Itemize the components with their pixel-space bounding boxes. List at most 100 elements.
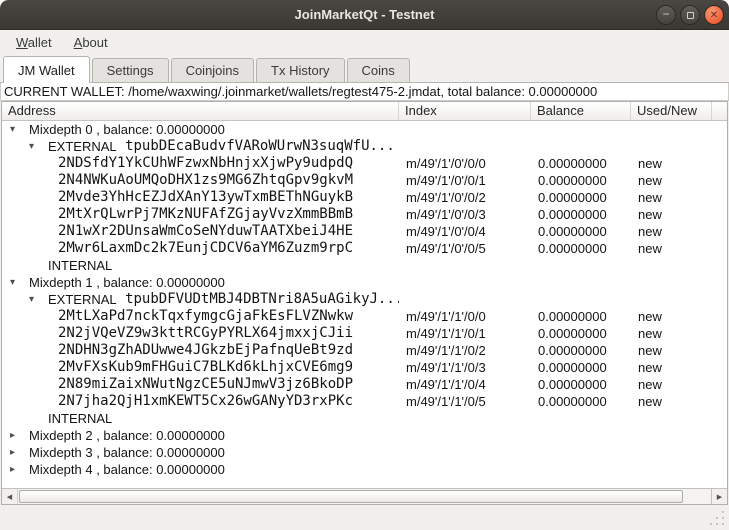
minimize-icon: −	[662, 9, 669, 19]
address-label: 2N89miZaixNWutNgzCE5uNJmwV3jz6BkoDP	[58, 376, 353, 393]
tab-bar: JM WalletSettingsCoinjoinsTx HistoryCoin…	[0, 54, 729, 82]
tree-row[interactable]: 2N89miZaixNWutNgzCE5uNJmwV3jz6BkoDPm/49'…	[2, 376, 727, 393]
tree-row[interactable]: 2NDHN3gZhADUwwe4JGkzbEjPafnqUeBt9zdm/49'…	[2, 342, 727, 359]
index-cell: m/49'/1'/0'/0/0	[399, 155, 531, 172]
scroll-right-button[interactable]: ▶	[711, 489, 727, 504]
collapse-arrow-icon[interactable]: ▾	[25, 291, 48, 308]
tree-row[interactable]: ▾EXTERNAL tpubDEcaBudvfVARoWUrwN3suqWfU.…	[2, 138, 727, 155]
index-cell	[399, 257, 531, 274]
address-cell: 2NDSfdY1YkCUhWFzwxNbHnjxXjwPy9udpdQ	[2, 155, 399, 172]
tree-row[interactable]: INTERNAL	[2, 410, 727, 427]
tab-jm-wallet[interactable]: JM Wallet	[3, 56, 90, 83]
tree-row[interactable]: ▾Mixdepth 1 , balance: 0.00000000	[2, 274, 727, 291]
tree-row[interactable]: ▸Mixdepth 3 , balance: 0.00000000	[2, 444, 727, 461]
address-cell: 2Mwr6LaxmDc2k7EunjCDCV6aYM6Zuzm9rpC	[2, 240, 399, 257]
balance-cell	[531, 444, 631, 461]
index-cell: m/49'/1'/0'/0/2	[399, 189, 531, 206]
expand-arrow-icon[interactable]: ▸	[6, 461, 29, 478]
used-new-cell: new	[631, 155, 712, 172]
used-new-cell: new	[631, 172, 712, 189]
balance-cell: 0.00000000	[531, 376, 631, 393]
tree-row[interactable]: 2Mvde3YhHcEZJdXAnY13ywTxmBEThNGuykBm/49'…	[2, 189, 727, 206]
menu-item-wallet[interactable]: Wallet	[8, 32, 60, 53]
tree-row[interactable]: ▸Mixdepth 2 , balance: 0.00000000	[2, 427, 727, 444]
tree-row[interactable]: 2Mwr6LaxmDc2k7EunjCDCV6aYM6Zuzm9rpCm/49'…	[2, 240, 727, 257]
index-cell	[399, 121, 531, 138]
titlebar[interactable]: JoinMarketQt - Testnet − ✕	[0, 0, 729, 30]
column-header-used-new[interactable]: Used/New	[631, 102, 712, 120]
scroll-right-icon: ▶	[717, 493, 722, 501]
scrollbar-thumb[interactable]	[19, 490, 683, 503]
tree-item-label: Mixdepth 2 , balance: 0.00000000	[29, 427, 225, 444]
tab-content-pane: CURRENT WALLET: /home/waxwing/.joinmarke…	[0, 82, 729, 505]
balance-cell	[531, 291, 631, 308]
collapse-arrow-icon[interactable]: ▾	[6, 274, 29, 291]
address-cell: 2N4NWKuAoUMQoDHX1zs9MG6ZhtqGpv9gkvM	[2, 172, 399, 189]
address-label: 2N7jha2QjH1xmKEWT5Cx26wGANyYD3rxPKc	[58, 393, 353, 410]
tree-row[interactable]: 2MtLXaPd7nckTqxfymgcGjaFkEsFLVZNwkwm/49'…	[2, 308, 727, 325]
index-cell	[399, 444, 531, 461]
minimize-button[interactable]: −	[656, 5, 676, 25]
tree-row[interactable]: INTERNAL	[2, 257, 727, 274]
maximize-button[interactable]	[680, 5, 700, 25]
tree-row[interactable]: 2NDSfdY1YkCUhWFzwxNbHnjxXjwPy9udpdQm/49'…	[2, 155, 727, 172]
tree-row[interactable]: 2N4NWKuAoUMQoDHX1zs9MG6ZhtqGpv9gkvMm/49'…	[2, 172, 727, 189]
tab-settings[interactable]: Settings	[92, 58, 169, 82]
scrollbar-track[interactable]	[18, 489, 711, 504]
used-new-cell	[631, 138, 712, 155]
address-cell: 2MvFXsKub9mFHGuiC7BLKd6kLhjxCVE6mg9	[2, 359, 399, 376]
expand-arrow-icon[interactable]: ▸	[6, 444, 29, 461]
tab-tx-history[interactable]: Tx History	[256, 58, 345, 82]
tree-row[interactable]: ▾Mixdepth 0 , balance: 0.00000000	[2, 121, 727, 138]
balance-cell	[531, 121, 631, 138]
menu-item-about[interactable]: About	[66, 32, 116, 53]
address-label: 2Mwr6LaxmDc2k7EunjCDCV6aYM6Zuzm9rpC	[58, 240, 353, 257]
address-cell: 2Mvde3YhHcEZJdXAnY13ywTxmBEThNGuykB	[2, 189, 399, 206]
tab-coins[interactable]: Coins	[347, 58, 410, 82]
tree-item-label: Mixdepth 3 , balance: 0.00000000	[29, 444, 225, 461]
xpub-label: tpubDFVUDtMBJ4DBTNri8A5uAGikyJ...	[117, 291, 399, 308]
used-new-cell	[631, 427, 712, 444]
tree-row[interactable]: ▸Mixdepth 4 , balance: 0.00000000	[2, 461, 727, 478]
scroll-left-icon: ◀	[7, 493, 12, 501]
expand-arrow-icon[interactable]: ▸	[6, 427, 29, 444]
tree-row[interactable]: 2N2jVQeVZ9w3kttRCGyPYRLX64jmxxjCJiim/49'…	[2, 325, 727, 342]
address-cell: ▾EXTERNAL tpubDEcaBudvfVARoWUrwN3suqWfU.…	[2, 138, 399, 155]
used-new-cell	[631, 444, 712, 461]
current-wallet-banner: CURRENT WALLET: /home/waxwing/.joinmarke…	[0, 83, 729, 101]
tree-row[interactable]: 2N7jha2QjH1xmKEWT5Cx26wGANyYD3rxPKcm/49'…	[2, 393, 727, 410]
tree-header: AddressIndexBalanceUsed/New	[2, 102, 727, 121]
column-header-index[interactable]: Index	[399, 102, 531, 120]
tree-row[interactable]: 2N1wXr2DUnsaWmCoSeNYduwTAATXbeiJ4HEm/49'…	[2, 223, 727, 240]
index-cell	[399, 427, 531, 444]
tree-row[interactable]: 2MvFXsKub9mFHGuiC7BLKd6kLhjxCVE6mg9m/49'…	[2, 359, 727, 376]
collapse-arrow-icon[interactable]: ▾	[25, 138, 48, 155]
balance-cell: 0.00000000	[531, 240, 631, 257]
window-controls: − ✕	[656, 5, 724, 25]
tab-coinjoins[interactable]: Coinjoins	[171, 58, 254, 82]
status-bar	[0, 505, 729, 530]
close-button[interactable]: ✕	[704, 5, 724, 25]
horizontal-scrollbar[interactable]: ◀ ▶	[2, 488, 727, 504]
column-header-address[interactable]: Address	[2, 102, 399, 120]
collapse-arrow-icon[interactable]: ▾	[6, 121, 29, 138]
tree-row[interactable]: 2MtXrQLwrPj7MKzNUFAfZGjayVvzXmmBBmBm/49'…	[2, 206, 727, 223]
balance-cell	[531, 461, 631, 478]
used-new-cell: new	[631, 223, 712, 240]
used-new-cell: new	[631, 393, 712, 410]
menubar: Wallet About	[0, 30, 729, 54]
resize-grip-icon[interactable]	[710, 511, 724, 525]
address-cell: ▸Mixdepth 4 , balance: 0.00000000	[2, 461, 399, 478]
address-cell: ▾Mixdepth 0 , balance: 0.00000000	[2, 121, 399, 138]
address-cell: 2N1wXr2DUnsaWmCoSeNYduwTAATXbeiJ4HE	[2, 223, 399, 240]
column-header-balance[interactable]: Balance	[531, 102, 631, 120]
column-header-spacer[interactable]	[712, 102, 727, 120]
maximize-icon	[687, 12, 694, 19]
scroll-left-button[interactable]: ◀	[2, 489, 18, 504]
address-cell: 2N2jVQeVZ9w3kttRCGyPYRLX64jmxxjCJii	[2, 325, 399, 342]
address-cell: INTERNAL	[2, 257, 399, 274]
tree-row[interactable]: ▾EXTERNAL tpubDFVUDtMBJ4DBTNri8A5uAGikyJ…	[2, 291, 727, 308]
address-label: 2N2jVQeVZ9w3kttRCGyPYRLX64jmxxjCJii	[58, 325, 353, 342]
index-cell	[399, 461, 531, 478]
tree-item-label: Mixdepth 4 , balance: 0.00000000	[29, 461, 225, 478]
